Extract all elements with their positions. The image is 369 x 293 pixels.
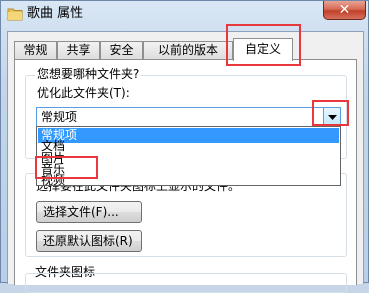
- tab-sharing[interactable]: 共享: [57, 41, 100, 60]
- optimize-folder-label: 优化此文件夹(T):: [37, 86, 130, 100]
- properties-window: 歌曲 属性 ✕ 常规 共享 安全 以前的版本 自定义 您想要哪种文件夹? 优化此…: [0, 0, 369, 293]
- tab-security[interactable]: 安全: [100, 41, 143, 60]
- folder-type-question: 您想要哪种文件夹?: [35, 67, 142, 82]
- close-button[interactable]: ✕: [323, 1, 366, 20]
- tab-previous-versions[interactable]: 以前的版本: [143, 41, 233, 60]
- folder-icon: [7, 7, 23, 21]
- tab-general[interactable]: 常规: [14, 41, 57, 60]
- highlight-music-option: [35, 156, 98, 179]
- highlight-customize-tab: [226, 24, 301, 66]
- combobox-selected-value: 常规项: [41, 110, 78, 124]
- title-bar[interactable]: 歌曲 属性 ✕: [1, 1, 369, 31]
- close-icon: ✕: [338, 2, 351, 18]
- folder-icon-group: [25, 273, 347, 293]
- restore-default-button[interactable]: 还原默认图标(R): [36, 230, 142, 252]
- folder-type-combobox[interactable]: 常规项: [36, 107, 341, 128]
- choose-file-button[interactable]: 选择文件(F)...: [36, 201, 142, 223]
- window-title: 歌曲 属性: [27, 6, 84, 21]
- highlight-dropdown-arrow: [312, 100, 349, 126]
